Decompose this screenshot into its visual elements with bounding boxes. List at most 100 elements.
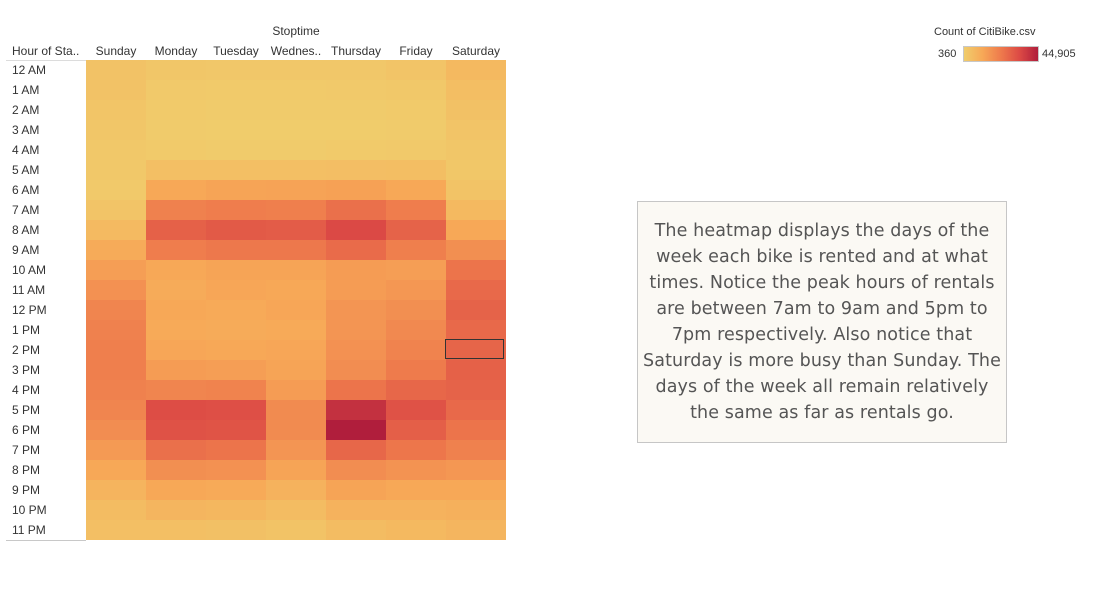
heatmap-cell[interactable] (206, 140, 266, 160)
heatmap-cell[interactable] (326, 520, 386, 540)
heatmap-cell[interactable] (386, 80, 446, 100)
heatmap-cell[interactable] (266, 160, 326, 180)
heatmap-cell[interactable] (326, 400, 386, 420)
heatmap-cell[interactable] (326, 320, 386, 340)
column-label[interactable]: Friday (386, 44, 446, 58)
heatmap-cell[interactable] (446, 280, 506, 300)
heatmap-cell[interactable] (206, 380, 266, 400)
heatmap-cell[interactable] (146, 420, 206, 440)
heatmap-cell[interactable] (146, 320, 206, 340)
heatmap-cell[interactable] (326, 340, 386, 360)
heatmap-cell[interactable] (386, 420, 446, 440)
heatmap-cell[interactable] (206, 280, 266, 300)
column-label[interactable]: Tuesday (206, 44, 266, 58)
heatmap-cell[interactable] (86, 280, 146, 300)
heatmap-cell[interactable] (86, 220, 146, 240)
row-label[interactable]: 10 PM (12, 500, 84, 520)
heatmap-cell[interactable] (266, 300, 326, 320)
heatmap-cell[interactable] (446, 480, 506, 500)
heatmap-cell[interactable] (146, 280, 206, 300)
heatmap-cell[interactable] (266, 220, 326, 240)
column-label[interactable]: Thursday (326, 44, 386, 58)
heatmap-cell[interactable] (266, 280, 326, 300)
heatmap-cell[interactable] (206, 120, 266, 140)
heatmap-cell[interactable] (146, 60, 206, 80)
row-label[interactable]: 1 PM (12, 320, 84, 340)
heatmap-cell[interactable] (146, 440, 206, 460)
heatmap-cell[interactable] (326, 360, 386, 380)
heatmap-cell[interactable] (86, 480, 146, 500)
heatmap-cell[interactable] (386, 300, 446, 320)
heatmap-cell[interactable] (266, 340, 326, 360)
row-label[interactable]: 8 PM (12, 460, 84, 480)
row-label[interactable]: 4 AM (12, 140, 84, 160)
heatmap-cell[interactable] (86, 140, 146, 160)
heatmap-cell[interactable] (266, 80, 326, 100)
heatmap-cell[interactable] (206, 60, 266, 80)
heatmap-cell[interactable] (386, 480, 446, 500)
heatmap-cell[interactable] (446, 180, 506, 200)
heatmap-cell[interactable] (206, 420, 266, 440)
heatmap-cell[interactable] (266, 360, 326, 380)
row-label[interactable]: 2 PM (12, 340, 84, 360)
heatmap-cell[interactable] (386, 500, 446, 520)
heatmap-cell[interactable] (326, 440, 386, 460)
heatmap-cell[interactable] (266, 200, 326, 220)
heatmap-cell[interactable] (146, 340, 206, 360)
heatmap-cell[interactable] (86, 380, 146, 400)
heatmap-cell[interactable] (446, 460, 506, 480)
heatmap-cell[interactable] (386, 120, 446, 140)
heatmap-cell[interactable] (206, 360, 266, 380)
heatmap-cell[interactable] (386, 100, 446, 120)
heatmap-cell[interactable] (146, 460, 206, 480)
heatmap-cell[interactable] (146, 260, 206, 280)
row-label[interactable]: 4 PM (12, 380, 84, 400)
heatmap-cell[interactable] (386, 460, 446, 480)
heatmap-cell[interactable] (206, 100, 266, 120)
heatmap-cell[interactable] (206, 480, 266, 500)
legend-color-bar[interactable] (963, 46, 1039, 62)
heatmap-cell[interactable] (146, 480, 206, 500)
heatmap-cell[interactable] (446, 60, 506, 80)
heatmap-cell[interactable] (266, 420, 326, 440)
heatmap-cell[interactable] (326, 180, 386, 200)
heatmap-cell[interactable] (206, 520, 266, 540)
heatmap-cell[interactable] (386, 280, 446, 300)
heatmap-cell[interactable] (326, 300, 386, 320)
heatmap-cell[interactable] (146, 180, 206, 200)
heatmap-cell[interactable] (326, 260, 386, 280)
row-label[interactable]: 3 AM (12, 120, 84, 140)
column-label[interactable]: Saturday (446, 44, 506, 58)
heatmap-cell[interactable] (326, 500, 386, 520)
heatmap-cell[interactable] (386, 140, 446, 160)
heatmap-cell[interactable] (446, 100, 506, 120)
heatmap-cell[interactable] (266, 440, 326, 460)
row-header[interactable]: Hour of Sta.. (12, 44, 86, 58)
heatmap-cell[interactable] (266, 320, 326, 340)
heatmap-cell[interactable] (326, 280, 386, 300)
heatmap-cell[interactable] (446, 500, 506, 520)
heatmap-cell[interactable] (206, 220, 266, 240)
heatmap-cell[interactable] (86, 200, 146, 220)
heatmap-cell[interactable] (206, 500, 266, 520)
heatmap-cell[interactable] (206, 300, 266, 320)
row-label[interactable]: 2 AM (12, 100, 84, 120)
row-label[interactable]: 6 AM (12, 180, 84, 200)
heatmap-cell[interactable] (326, 240, 386, 260)
row-label[interactable]: 1 AM (12, 80, 84, 100)
heatmap-cell[interactable] (146, 220, 206, 240)
heatmap-cell[interactable] (266, 60, 326, 80)
row-label[interactable]: 9 AM (12, 240, 84, 260)
heatmap-cell[interactable] (386, 260, 446, 280)
column-label[interactable]: Sunday (86, 44, 146, 58)
heatmap-cell[interactable] (86, 440, 146, 460)
heatmap-cell[interactable] (446, 220, 506, 240)
heatmap-cell[interactable] (86, 60, 146, 80)
heatmap-cell[interactable] (146, 400, 206, 420)
heatmap-cell[interactable] (146, 500, 206, 520)
heatmap-cell[interactable] (446, 120, 506, 140)
heatmap-cell[interactable] (146, 120, 206, 140)
heatmap-cell[interactable] (206, 160, 266, 180)
heatmap-cell[interactable] (86, 180, 146, 200)
row-label[interactable]: 7 PM (12, 440, 84, 460)
